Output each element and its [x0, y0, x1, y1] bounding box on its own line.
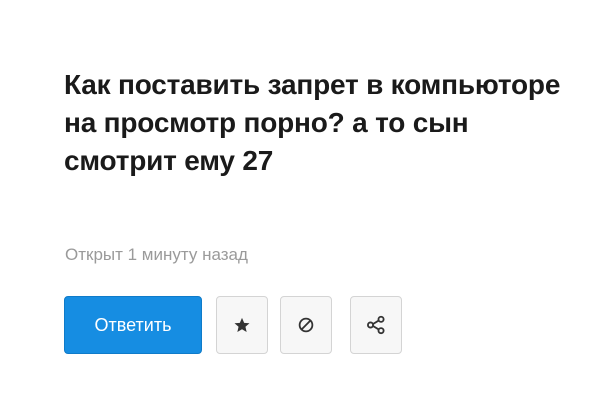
report-button[interactable] — [280, 296, 332, 354]
question-card: Как поставить запрет в компьюторе на про… — [64, 0, 594, 409]
favorite-button[interactable] — [216, 296, 268, 354]
question-title: Как поставить запрет в компьюторе на про… — [64, 69, 561, 176]
answer-button[interactable]: Ответить — [64, 296, 202, 354]
star-icon — [233, 316, 251, 334]
question-status: Открыт 1 минуту назад — [65, 245, 248, 264]
share-button[interactable] — [350, 296, 402, 354]
share-icon — [365, 314, 387, 336]
block-icon — [297, 316, 315, 334]
